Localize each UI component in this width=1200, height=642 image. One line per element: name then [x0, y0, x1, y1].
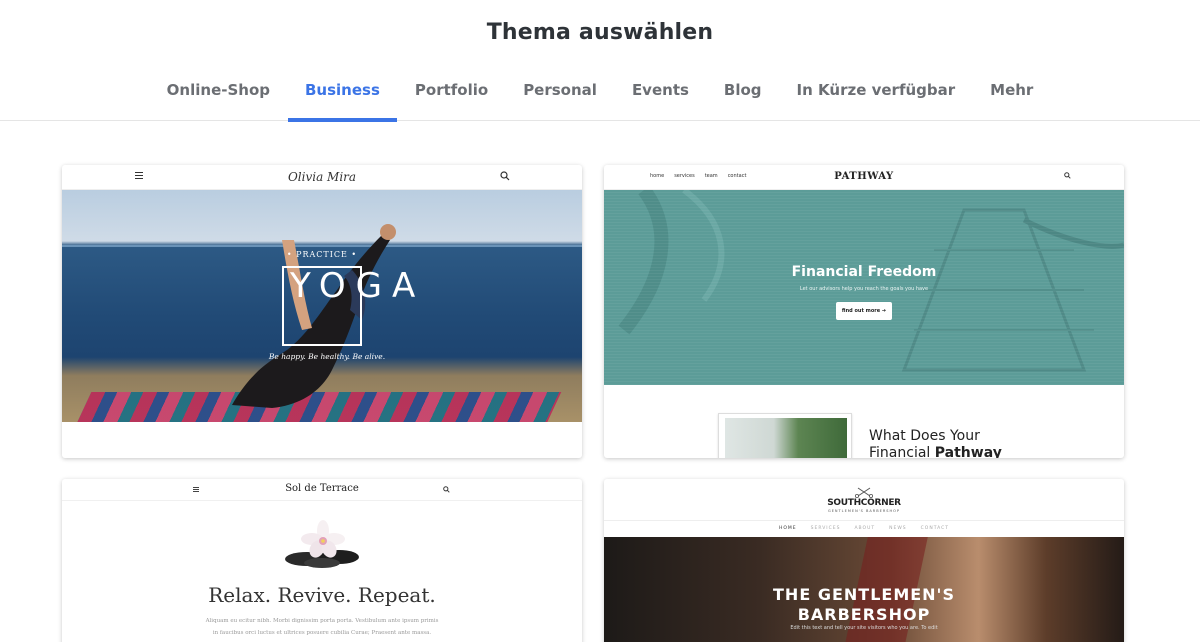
barber-subline: Edit this text and tell your site visito… — [790, 625, 938, 631]
terrace-body-line: Aliquam eu ecitur nibh. Morbi dignissim … — [205, 618, 439, 624]
arrow-right-icon: ➔ — [881, 308, 887, 314]
template-logo: SOUTHCORNER — [827, 498, 901, 508]
spa-stones-flower-icon — [285, 520, 359, 568]
scissors-icon — [854, 487, 873, 498]
tab-personal[interactable]: Personal — [506, 60, 615, 121]
practice-label: • PRACTICE • — [286, 250, 358, 259]
terrace-body-line: in faucibus orci luctus et ultrices posu… — [212, 630, 432, 636]
terrace-headline: Relax. Revive. Repeat. — [208, 583, 436, 607]
template-logo: Sol de Terrace — [285, 483, 359, 494]
yoga-headline: YOGA — [290, 266, 426, 306]
section-thumbnail — [718, 413, 852, 458]
search-icon — [500, 171, 510, 181]
barber-headline-line2: BARBERSHOP — [797, 605, 931, 624]
page-title: Thema auswählen — [486, 20, 714, 45]
nav-item-services: SERVICES — [810, 526, 841, 531]
tab-business[interactable]: Business — [287, 60, 398, 122]
template-nav: HOME SERVICES ABOUT NEWS CONTACT — [604, 521, 1124, 537]
hero-subline: Let our advisors help you reach the goal… — [799, 286, 929, 292]
nav-item-about: ABOUT — [854, 526, 876, 531]
template-header: Sol de Terrace — [62, 479, 582, 501]
section-heading-bold: Pathway — [934, 445, 1002, 458]
hero-image-yoga: • PRACTICE • YOGA Be happy. Be healthy. … — [62, 190, 582, 422]
nav-item-news: NEWS — [889, 526, 907, 531]
template-header: Olivia Mira — [62, 165, 582, 190]
search-icon — [443, 486, 450, 493]
tab-blog[interactable]: Blog — [706, 60, 779, 121]
section-heading-line1: What Does Your — [869, 428, 980, 444]
tab-more[interactable]: Mehr — [973, 60, 1051, 121]
template-card-pathway[interactable]: home services team contact PATHWAY Finan… — [604, 165, 1124, 458]
template-logo: PATHWAY — [834, 171, 894, 182]
tab-events[interactable]: Events — [614, 60, 706, 121]
nav-item-home: HOME — [778, 526, 797, 531]
section-heading-prefix: Financial — [869, 445, 935, 458]
tree-photo — [725, 418, 847, 458]
hero-image-pathway: Financial Freedom Let our advisors help … — [604, 190, 1124, 385]
hero-image-barbershop: THE GENTLEMEN'S BARBERSHOP Edit this tex… — [604, 537, 1124, 642]
nav-item-contact: CONTACT — [920, 526, 949, 531]
template-card-yoga[interactable]: Olivia Mira • PRACTICE • YOGA Be happy. … — [62, 165, 582, 458]
search-icon — [1064, 172, 1071, 179]
tab-online-shop[interactable]: Online-Shop — [149, 60, 287, 121]
hero-headline: Financial Freedom — [791, 264, 937, 280]
yoga-tagline: Be happy. Be healthy. Be alive. — [268, 352, 386, 361]
template-logo-subtitle: GENTLEMEN'S BARBERSHOP — [828, 509, 900, 513]
tab-portfolio[interactable]: Portfolio — [397, 60, 505, 121]
template-card-barbershop[interactable]: SOUTHCORNER GENTLEMEN'S BARBERSHOP HOME … — [604, 479, 1124, 642]
section-heading: What Does Your Financial Pathway — [869, 428, 1069, 458]
barber-headline-line1: THE GENTLEMEN'S — [773, 585, 955, 604]
category-tabs: Online-Shop Business Portfolio Personal … — [0, 60, 1200, 122]
template-header: home services team contact PATHWAY — [604, 165, 1124, 190]
find-out-more-button: find out more ➔ — [836, 302, 892, 320]
template-header: SOUTHCORNER GENTLEMEN'S BARBERSHOP — [604, 479, 1124, 521]
template-card-terrace[interactable]: Sol de Terrace Relax. Revive. Repeat. Al… — [62, 479, 582, 642]
tab-coming-soon[interactable]: In Kürze verfügbar — [779, 60, 973, 121]
button-label: find out more — [841, 308, 881, 314]
